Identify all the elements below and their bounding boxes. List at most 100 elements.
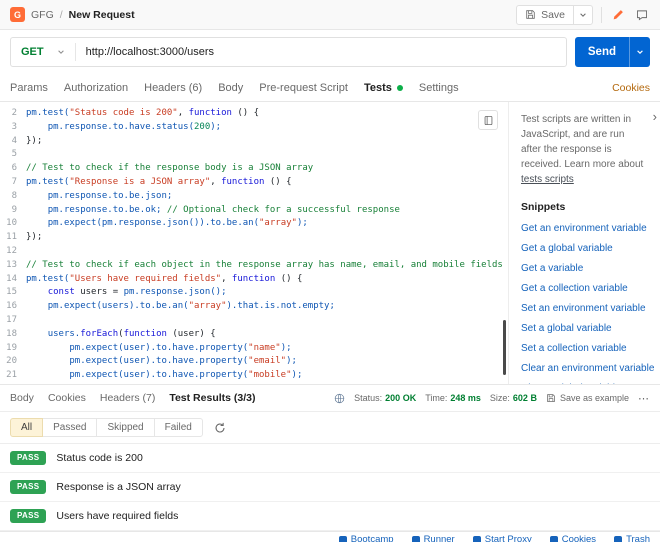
- code-line[interactable]: 16 pm.expect(users).to.be.an("array").th…: [0, 300, 508, 314]
- snippet-clear-a-global-variable[interactable]: Clear a global variable: [521, 383, 621, 384]
- code-line[interactable]: 6 // Test to check if the response body i…: [0, 162, 508, 176]
- tab-body[interactable]: Body: [218, 74, 243, 101]
- tab-headers-6[interactable]: Headers (6): [144, 74, 202, 101]
- code-text: pm.response.to.have.status(200);: [47, 121, 222, 132]
- test-result-row: PASS Status code is 200: [0, 444, 660, 473]
- code-line[interactable]: 20 pm.expect(user).to.have.property("ema…: [0, 355, 508, 369]
- tab-label: Headers (6): [144, 81, 203, 94]
- code-line[interactable]: 9 pm.response.to.be.ok; // Optional chec…: [0, 204, 508, 218]
- collapse-panel-chevron-icon[interactable]: ›: [653, 110, 657, 123]
- send-button[interactable]: Send: [575, 37, 629, 67]
- line-number: 21: [6, 370, 17, 381]
- response-tab-headers-7[interactable]: Headers (7): [100, 385, 155, 411]
- footer-item-label: Bootcamp: [350, 534, 394, 542]
- response-tab-cookies[interactable]: Cookies: [48, 385, 86, 411]
- save-dropdown-button[interactable]: [573, 5, 592, 24]
- tab-params[interactable]: Params: [10, 74, 48, 101]
- url-input[interactable]: [75, 46, 566, 58]
- code-line[interactable]: 2 pm.test("Status code is 200", function …: [0, 107, 508, 121]
- tab-authorization[interactable]: Authorization: [64, 74, 128, 101]
- code-line[interactable]: 18 users.forEach(function (user) {: [0, 328, 508, 342]
- chevron-down-icon: [57, 48, 65, 56]
- footer-trash[interactable]: Trash: [614, 534, 650, 542]
- tab-pre-request-script[interactable]: Pre-request Script: [259, 74, 348, 101]
- refresh-button[interactable]: [214, 422, 226, 434]
- code-text: pm.test("Users have required fields", fu…: [26, 273, 303, 284]
- code-text: pm.expect(user).to.have.property("email"…: [69, 356, 297, 367]
- breadcrumb-request-name: New Request: [68, 8, 135, 21]
- request-bar: GET Send: [0, 30, 660, 74]
- status-label: Status:: [354, 393, 383, 403]
- size-meta: Size: 602 B: [490, 393, 537, 403]
- request-tabs: Params Authorization Headers (6) Body Pre-re…: [10, 74, 475, 101]
- chevron-down-icon: [579, 11, 587, 19]
- code-line[interactable]: 4});: [0, 135, 508, 149]
- code-line[interactable]: 21 pm.expect(user).to.have.property("mob…: [0, 369, 508, 383]
- response-tab-test-results-3-3[interactable]: Test Results (3/3): [169, 385, 255, 411]
- line-number: 18: [6, 328, 17, 339]
- postman-app: G GFG / New Request Save GET http://loca…: [0, 0, 660, 542]
- time-meta: Time: 248 ms: [425, 393, 481, 403]
- code-line[interactable]: 17: [0, 314, 508, 328]
- snippet-get-a-collection-variable[interactable]: Get a collection variable: [521, 283, 628, 294]
- code-text: pm.expect(user).to.have.property("name")…: [69, 342, 292, 353]
- breadcrumb-workspace[interactable]: GFG: [31, 9, 54, 21]
- code-line[interactable]: 8 pm.response.to.be.json;: [0, 190, 508, 204]
- code-line[interactable]: 11});: [0, 231, 508, 245]
- globe-icon: [334, 393, 345, 404]
- response-meta: Status: 200 OK Time: 248 ms Size: 602 B …: [334, 392, 650, 405]
- cookies-link[interactable]: Cookies: [612, 82, 650, 94]
- snippet-clear-an-environment-variable[interactable]: Clear an environment variable: [521, 363, 654, 374]
- footer-item-label: Cookies: [561, 534, 597, 542]
- send-split-button: Send: [574, 37, 650, 67]
- editor-scrollbar[interactable]: [503, 320, 506, 375]
- tab-settings[interactable]: Settings: [419, 74, 459, 101]
- filter-skipped[interactable]: Skipped: [96, 418, 155, 437]
- code-text: pm.response.to.be.ok; // Optional check …: [47, 204, 400, 215]
- line-number: 16: [6, 301, 17, 312]
- footer-start-proxy[interactable]: Start Proxy: [472, 534, 532, 542]
- filter-failed[interactable]: Failed: [153, 418, 203, 437]
- response-tab-body[interactable]: Body: [10, 385, 34, 411]
- code-line[interactable]: 3 pm.response.to.have.status(200);: [0, 121, 508, 135]
- snippet-get-a-variable[interactable]: Get a variable: [521, 263, 583, 274]
- filter-passed[interactable]: Passed: [42, 418, 98, 437]
- footer-item-label: Start Proxy: [484, 534, 532, 542]
- send-dropdown-button[interactable]: [629, 37, 650, 67]
- footer-item-label: Trash: [626, 534, 650, 542]
- code-text: pm.expect(user).to.have.property("mobile…: [69, 370, 303, 381]
- save-as-example-button[interactable]: Save as example: [546, 393, 629, 403]
- method-selector[interactable]: GET: [11, 38, 75, 66]
- snippet-get-a-global-variable[interactable]: Get a global variable: [521, 243, 613, 254]
- snippet-set-a-collection-variable[interactable]: Set a collection variable: [521, 343, 627, 354]
- comment-button[interactable]: [634, 7, 650, 23]
- code-line[interactable]: 14 pm.test("Users have required fields", …: [0, 273, 508, 287]
- footer-bootcamp[interactable]: Bootcamp: [338, 534, 394, 542]
- code-editor[interactable]: 2 pm.test("Status code is 200", function …: [0, 102, 508, 384]
- tab-tests[interactable]: Tests: [364, 74, 403, 101]
- snippet-get-an-environment-variable[interactable]: Get an environment variable: [521, 223, 647, 234]
- filter-all[interactable]: All: [10, 418, 44, 437]
- more-options-button[interactable]: ⋯: [638, 392, 650, 405]
- snippet-set-an-environment-variable[interactable]: Set an environment variable: [521, 303, 646, 314]
- workspace-icon[interactable]: G: [10, 7, 25, 22]
- footer-runner[interactable]: Runner: [411, 534, 455, 542]
- tests-scripts-link[interactable]: tests scripts: [521, 174, 574, 185]
- edit-button[interactable]: [610, 7, 626, 23]
- code-line[interactable]: 5: [0, 148, 508, 162]
- size-value: 602 B: [512, 393, 537, 403]
- editor-action-button[interactable]: [478, 110, 498, 130]
- line-number: 10: [6, 218, 17, 229]
- code-line[interactable]: 15 const users = pm.response.json();: [0, 286, 508, 300]
- snippet-set-a-global-variable[interactable]: Set a global variable: [521, 323, 612, 334]
- code-text: pm.test("Status code is 200", function (…: [26, 108, 260, 118]
- status-value: 200 OK: [385, 393, 417, 403]
- line-number: 9: [11, 204, 17, 215]
- code-line[interactable]: 7 pm.test("Response is a JSON array", fun…: [0, 176, 508, 190]
- save-button[interactable]: Save: [517, 6, 573, 24]
- code-line[interactable]: 10 pm.expect(pm.response.json()).to.be.a…: [0, 217, 508, 231]
- code-line[interactable]: 19 pm.expect(user).to.have.property("nam…: [0, 342, 508, 356]
- code-line[interactable]: 12: [0, 245, 508, 259]
- code-line[interactable]: 13 // Test to check if each object in the…: [0, 259, 508, 273]
- footer-cookies[interactable]: Cookies: [549, 534, 597, 542]
